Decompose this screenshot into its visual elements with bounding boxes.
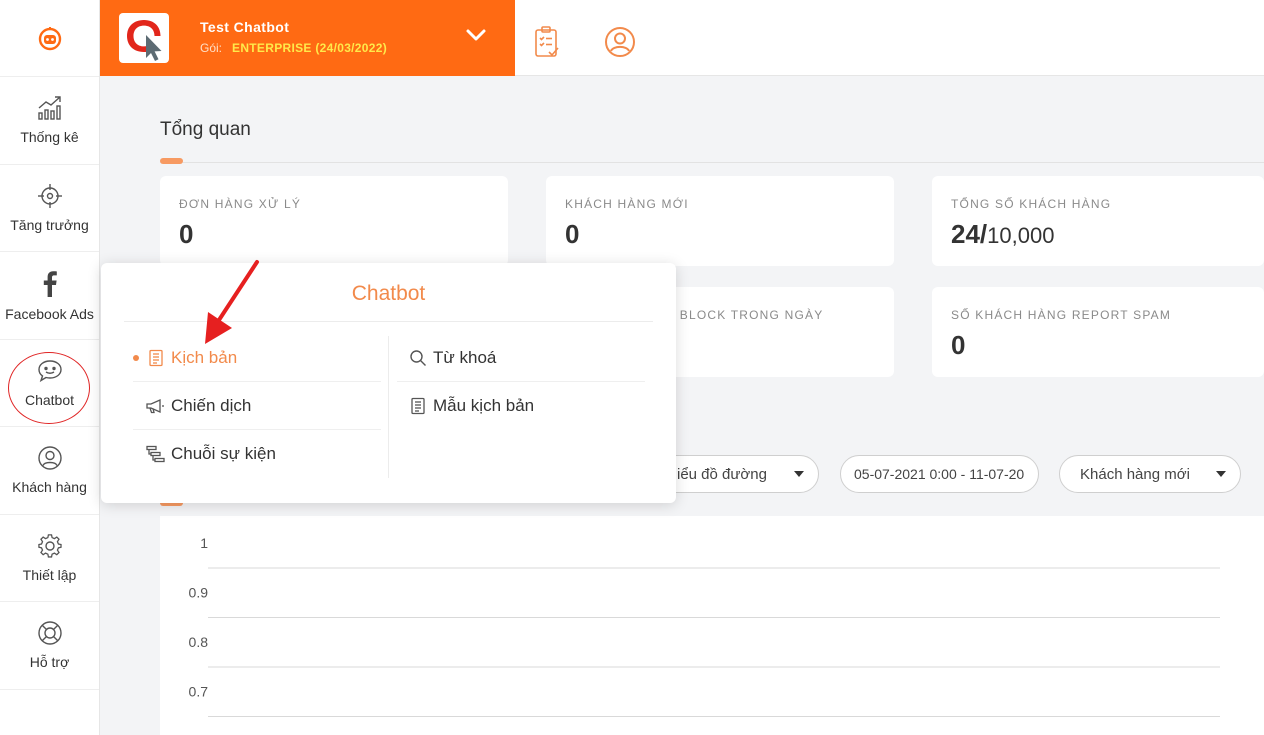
title-accent xyxy=(160,158,183,164)
bot-logo-icon xyxy=(127,20,162,61)
line-chart: 1 0.9 0.8 0.7 xyxy=(160,516,1264,735)
script-icon xyxy=(149,349,163,366)
page-title: Tổng quan xyxy=(160,119,251,140)
sidebar-item-khach-hang[interactable]: Khách hàng xyxy=(0,427,99,515)
menu-item-mau-kich-ban[interactable]: Mẫu kịch bản xyxy=(397,382,645,430)
stat-value: 0 xyxy=(565,219,580,249)
sidebar-item-label: Thiết lập xyxy=(22,566,77,583)
caret-down-icon xyxy=(794,471,804,477)
stat-card-don-hang: ĐƠN HÀNG XỬ LÝ 0 xyxy=(160,176,508,266)
highlight-circle xyxy=(8,351,90,424)
stat-count: 24/ xyxy=(951,219,988,249)
menu-item-label: Kịch bản xyxy=(171,347,238,367)
facebook-icon xyxy=(43,271,57,298)
stat-value: 0 xyxy=(179,219,194,249)
sidebar-item-facebook-ads[interactable]: Facebook Ads xyxy=(0,252,99,340)
sidebar-item-label: Thống kê xyxy=(20,129,79,146)
sidebar-item-label: Khách hàng xyxy=(12,479,87,496)
date-range-value: 05-07-2021 0:00 - 11-07-20 xyxy=(854,466,1025,482)
menu-item-chien-dich[interactable]: Chiến dịch xyxy=(133,382,381,430)
menu-item-label: Chiến dịch xyxy=(171,395,252,415)
sidebar-item-thong-ke[interactable]: Thống kê xyxy=(0,77,99,165)
y-tick-label: 0.7 xyxy=(189,684,209,700)
bot-avatar xyxy=(119,13,169,63)
user-circle-icon xyxy=(37,446,62,470)
menu-item-label: Từ khoá xyxy=(433,347,497,367)
sidebar-item-chatbot[interactable]: Chatbot xyxy=(0,340,99,427)
sidebar-item-tang-truong[interactable]: Tăng trưởng xyxy=(0,165,99,252)
app-logo[interactable] xyxy=(0,0,99,77)
annotation-arrow xyxy=(205,260,259,344)
chart-svg: 1 0.9 0.8 0.7 xyxy=(189,535,1220,717)
stat-label: KHÁCH HÀNG MỚI xyxy=(565,197,689,211)
checklist-icon[interactable] xyxy=(533,25,561,59)
lifebuoy-icon xyxy=(37,621,62,645)
caret-down-icon xyxy=(1216,471,1226,477)
stat-label: ĐƠN HÀNG XỬ LÝ xyxy=(179,197,302,211)
stat-total: 10,000 xyxy=(987,223,1055,248)
menu-item-chuoi-su-kien[interactable]: Chuỗi sự kiện xyxy=(133,430,381,478)
menu-item-label: Chuỗi sự kiện xyxy=(171,444,276,463)
y-tick-label: 0.8 xyxy=(189,634,209,650)
popup-title: Chatbot xyxy=(351,282,426,305)
divider xyxy=(160,162,1264,163)
stat-card-report-spam: SỐ KHÁCH HÀNG REPORT SPAM 0 xyxy=(932,287,1264,377)
y-tick-label: 1 xyxy=(200,535,208,551)
gear-icon xyxy=(37,533,62,558)
stat-value: 24/10,000 xyxy=(951,219,1054,250)
sidebar-item-ho-tro[interactable]: Hỗ trợ xyxy=(0,602,99,690)
sidebar-item-label: Facebook Ads xyxy=(5,306,94,323)
chevron-down-icon[interactable] xyxy=(465,28,487,42)
chatbot-popup-menu: Chatbot Kịch bản Chiến dịch Chuỗi sự kiệ… xyxy=(101,263,676,503)
chart-type-value: iểu đồ đường xyxy=(677,465,767,483)
robot-logo-icon xyxy=(38,27,61,51)
template-icon xyxy=(411,397,425,415)
chart-icon xyxy=(37,96,61,120)
sidebar-item-label: Hỗ trợ xyxy=(29,654,70,671)
metric-select[interactable]: Khách hàng mới xyxy=(1059,455,1241,493)
stat-value: 0 xyxy=(951,330,966,360)
stat-label: TỔNG SỐ KHÁCH HÀNG xyxy=(951,197,1112,211)
plan-value: ENTERPRISE (24/03/2022) xyxy=(232,41,387,55)
metric-value: Khách hàng mới xyxy=(1080,465,1190,483)
y-tick-label: 0.9 xyxy=(189,585,209,601)
stat-label: SỐ KHÁCH HÀNG REPORT SPAM xyxy=(951,308,1172,322)
plan-label: Gói: xyxy=(200,41,223,55)
megaphone-icon xyxy=(146,398,164,413)
search-icon xyxy=(410,349,426,366)
top-header: Test Chatbot Gói: ENTERPRISE (24/03/2022… xyxy=(100,0,1264,76)
stat-card-tong-khach-hang: TỔNG SỐ KHÁCH HÀNG 24/10,000 xyxy=(932,176,1264,266)
divider xyxy=(388,336,389,478)
date-range-input[interactable]: 05-07-2021 0:00 - 11-07-20 xyxy=(840,455,1039,493)
menu-item-label: Mẫu kịch bản xyxy=(433,396,535,415)
sidebar-item-label: Tăng trưởng xyxy=(10,216,89,233)
stat-card-khach-hang-moi: KHÁCH HÀNG MỚI 0 xyxy=(546,176,894,266)
sidebar: Thống kê Tăng trưởng Facebook Ads Chatbo… xyxy=(0,0,100,735)
active-bullet xyxy=(133,354,139,361)
crosshair-icon xyxy=(37,183,62,208)
menu-item-tu-khoa[interactable]: Từ khoá xyxy=(397,334,645,382)
stat-label: S BLOCK TRONG NGÀY xyxy=(666,308,824,322)
bot-plan: Gói: ENTERPRISE (24/03/2022) xyxy=(200,41,387,55)
sequence-icon xyxy=(146,445,165,463)
bot-selector[interactable]: Test Chatbot Gói: ENTERPRISE (24/03/2022… xyxy=(100,0,515,76)
sidebar-item-thiet-lap[interactable]: Thiết lập xyxy=(0,515,99,602)
profile-icon[interactable] xyxy=(603,25,637,59)
bot-name: Test Chatbot xyxy=(200,19,290,35)
